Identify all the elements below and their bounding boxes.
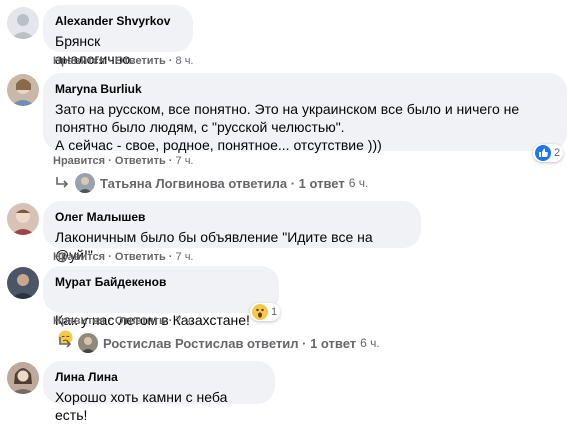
comment-bubble: Alexander Shvyrkov Брянск аналогично.	[43, 5, 193, 67]
comment-time[interactable]: 7 ч.	[176, 155, 194, 167]
comment-author[interactable]: Мурат Байдекенов	[55, 274, 267, 290]
reaction-count: 1	[271, 306, 278, 318]
reaction-count: 2	[554, 147, 561, 159]
comment-actions: Нравится · Ответить · 8 ч.	[53, 55, 194, 67]
like-button[interactable]: Нравится	[53, 315, 105, 327]
avatar[interactable]	[7, 203, 39, 235]
reply-time: 6 ч.	[348, 176, 369, 190]
comment-text: Зато на русском, все понятно. Это на укр…	[55, 101, 520, 153]
reply-button[interactable]: Ответить	[115, 315, 166, 327]
comment-author[interactable]: Лина Лина	[55, 369, 263, 385]
view-replies-link[interactable]: Татьяна Логвинова ответила · 1 ответ 6 ч…	[55, 173, 368, 193]
reply-arrow-icon	[56, 177, 69, 188]
like-button[interactable]: Нравится	[53, 251, 105, 263]
reply-summary: Татьяна Логвинова ответила · 1 ответ	[100, 175, 345, 191]
comment-bubble: Maryna Burliuk Зато на русском, все поня…	[43, 73, 567, 153]
comment-author[interactable]: Олег Малышев	[55, 209, 409, 225]
comment-author[interactable]: Maryna Burliuk	[55, 81, 555, 97]
comment-actions: Нравится · Ответить · 7 ч.	[53, 315, 194, 327]
comment-bubble: Олег Малышев Лаконичным было бы объявлен…	[43, 201, 421, 263]
comment-author[interactable]: Alexander Shvyrkov	[55, 13, 181, 29]
like-reaction-icon	[535, 145, 551, 161]
reply-time: 6 ч.	[360, 336, 380, 350]
avatar[interactable]	[7, 267, 39, 299]
view-replies-link[interactable]: Ростислав Ростислав ответил · 1 ответ 6 …	[58, 333, 380, 353]
comment-bubble: Мурат Байдекенов Как у нас летом в Казах…	[43, 266, 279, 345]
avatar[interactable]	[7, 74, 39, 106]
avatar[interactable]	[7, 362, 39, 394]
comment-time[interactable]: 7 ч.	[176, 315, 194, 327]
comment-actions: Нравится · Ответить · 7 ч.	[53, 251, 194, 263]
reply-arrow-icon	[59, 337, 72, 348]
like-button[interactable]: Нравится	[53, 55, 105, 67]
reply-avatar	[78, 333, 98, 353]
reply-button[interactable]: Ответить	[115, 55, 166, 67]
avatar[interactable]	[7, 7, 39, 39]
reply-button[interactable]: Ответить	[115, 251, 166, 263]
comment-actions: Нравится · Ответить · 7 ч.	[53, 155, 194, 167]
wow-reaction-icon	[252, 304, 268, 320]
reply-avatar	[75, 173, 95, 193]
comment-text: Хорошо хоть камни с неба есть!	[55, 389, 228, 423]
like-button[interactable]: Нравится	[53, 155, 105, 167]
reaction-badge[interactable]: 1	[250, 303, 281, 321]
comment-time[interactable]: 8 ч.	[176, 55, 194, 67]
comment-time[interactable]: 7 ч.	[176, 251, 194, 263]
reaction-badge[interactable]: 2	[533, 144, 564, 162]
comment-bubble: Лина Лина Хорошо хоть камни с неба есть!	[43, 361, 275, 423]
reply-summary: Ростислав Ростислав ответил · 1 ответ	[103, 335, 357, 351]
reply-button[interactable]: Ответить	[115, 155, 166, 167]
